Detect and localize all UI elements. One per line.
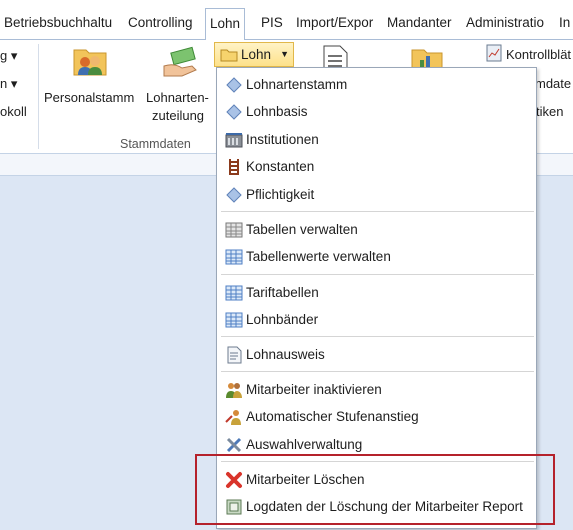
menu-item-label: Tabellen verwalten [246,222,358,237]
table-blue-icon [225,285,243,301]
menu-item-label: Tariftabellen [246,285,319,300]
tab-administration[interactable]: Administratio [466,10,550,38]
menu-tab-bar: Betriebsbuchhaltu Controlling Lohn PIS I… [0,0,573,40]
ladder-icon [229,159,239,175]
institution-building-icon [225,133,243,148]
menu-separator [221,371,534,372]
ribbon-left-item-3[interactable]: okoll [0,104,27,119]
menu-item-label: Mitarbeiter Löschen [246,472,365,487]
menu-item-label: Institutionen [246,132,319,147]
document-icon [227,346,242,364]
menu-item-label: Lohnbasis [246,104,308,119]
personalstamm-label: Personalstamm [44,90,135,105]
menu-item-institutionen[interactable]: Institutionen [221,127,534,153]
menu-item-mitarbeiter-loeschen[interactable]: Mitarbeiter Löschen [221,467,534,493]
lohnartenzuteilung-label-line1: Lohnarten- [146,90,209,105]
tab-lohn[interactable]: Lohn [205,8,245,40]
menu-item-label: Auswahlverwaltung [246,437,363,452]
tab-mandanten[interactable]: Mandanter [387,10,457,38]
menu-item-logdaten-loeschung-report[interactable]: Logdaten der Löschung der Mitarbeiter Re… [221,494,534,520]
menu-item-label: Pflichtigkeit [246,187,315,202]
ribbon-separator [38,44,39,149]
blue-diamond-icon [226,187,242,203]
menu-item-konstanten[interactable]: Konstanten [221,154,534,180]
lohn-button-label: Lohn [241,47,272,62]
menu-item-label: Lohnartenstamm [246,77,348,92]
users-icon [226,383,242,398]
menu-item-label: Konstanten [246,159,315,174]
menu-item-lohnausweis[interactable]: Lohnausweis [221,342,534,368]
blue-diamond-icon [226,77,242,93]
lohn-dropdown-button[interactable]: Lohn ▼ [214,42,294,67]
menu-item-label: Mitarbeiter inaktivieren [246,382,382,397]
red-x-icon [226,472,242,488]
menu-separator [221,274,534,275]
user-arrow-icon [225,410,241,425]
menu-item-label: Lohnausweis [246,347,325,362]
table-blue-icon [225,312,243,328]
menu-item-pflichtigkeit[interactable]: Pflichtigkeit [221,182,534,208]
menu-item-label: Logdaten der Löschung der Mitarbeiter Re… [246,499,523,514]
menu-item-lohnartenstamm[interactable]: Lohnartenstamm [221,72,534,98]
table-blue-icon [225,249,243,265]
menu-separator [221,461,534,462]
tab-info[interactable]: In [559,10,573,38]
personalstamm-button[interactable]: Personalstamm [42,42,138,124]
stammdaten-group-label: Stammdaten [120,137,191,151]
menu-item-tabellen-verwalten[interactable]: Tabellen verwalten [221,217,534,243]
ribbon-left-item-2[interactable]: n ▾ [0,76,17,92]
tab-controlling[interactable]: Controlling [128,10,198,38]
tab-import-export[interactable]: Import/Expor [296,10,378,38]
menu-item-tariftabellen[interactable]: Tariftabellen [221,280,534,306]
menu-item-lohnbaender[interactable]: Lohnbänder [221,307,534,333]
lohnartenzuteilung-button[interactable]: Lohnarten- zuteilung [142,42,218,124]
chevron-down-icon: ▼ [280,49,289,59]
ribbon-right-item-tiken[interactable]: tiken [536,104,563,119]
menu-item-mitarbeiter-inaktivieren[interactable]: Mitarbeiter inaktivieren [221,377,534,403]
menu-item-label: Lohnbänder [246,312,319,327]
report-icon [226,499,242,515]
table-gray-icon [225,222,243,238]
menu-item-auswahlverwaltung[interactable]: Auswahlverwaltung [221,432,534,458]
menu-item-label: Automatischer Stufenanstieg [246,409,419,424]
menu-item-label: Tabellenwerte verwalten [246,249,391,264]
kontrollblaetter-button[interactable]: Kontrollblät [506,47,571,62]
lohnartenzuteilung-label-line2: zuteilung [152,108,205,123]
folder-icon [220,49,238,62]
tab-pis[interactable]: PIS [261,10,287,38]
personnel-folder-icon [73,49,107,76]
report-sheet-icon [486,44,502,62]
money-hand-icon [163,46,197,77]
lohn-dropdown-menu: Lohnartenstamm Lohnbasis Institutionen K… [216,67,537,529]
ribbon-left-item-1[interactable]: g ▾ [0,48,17,64]
menu-item-tabellenwerte-verwalten[interactable]: Tabellenwerte verwalten [221,244,534,270]
blue-diamond-icon [226,104,242,120]
menu-item-lohnbasis[interactable]: Lohnbasis [221,99,534,125]
tab-betriebsbuchhaltung[interactable]: Betriebsbuchhaltu [4,10,121,38]
menu-separator [221,336,534,337]
menu-separator [221,211,534,212]
menu-item-automatischer-stufenanstieg[interactable]: Automatischer Stufenanstieg [221,404,534,430]
tools-icon [226,437,242,453]
ribbon-right-item-mdate[interactable]: mdate [535,76,571,91]
